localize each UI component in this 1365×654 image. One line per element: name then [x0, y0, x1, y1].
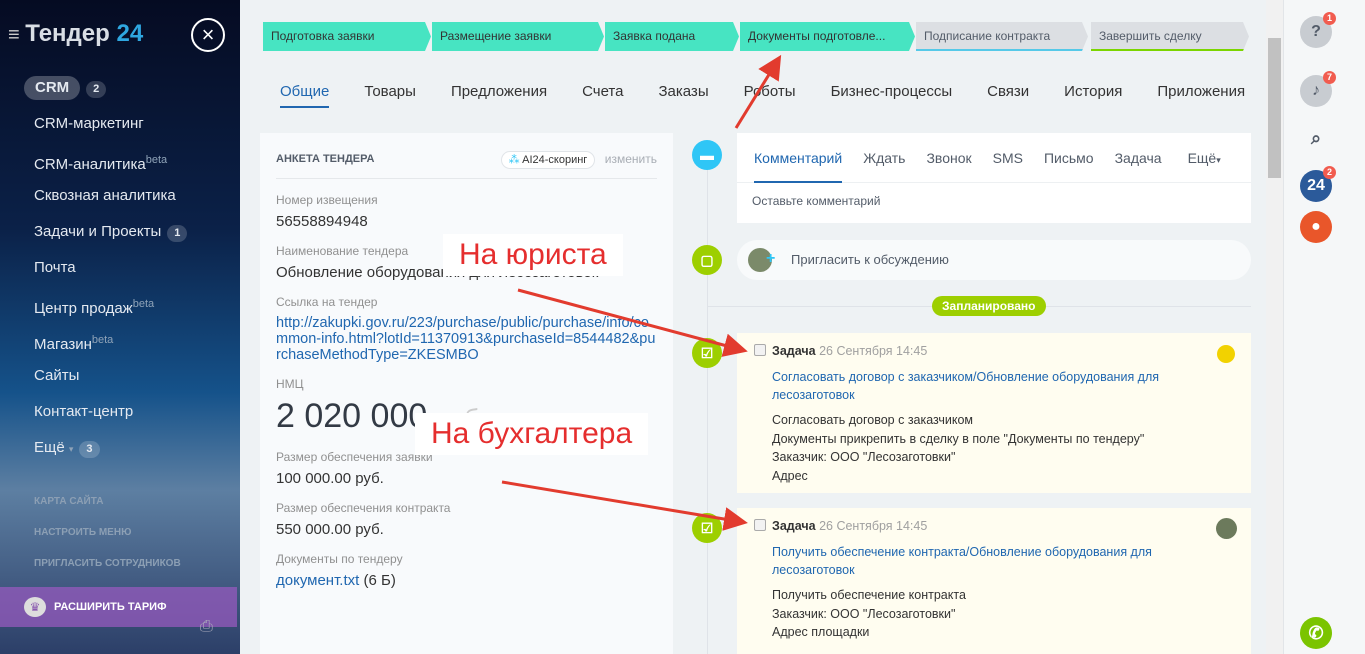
phone-icon[interactable]: ✆ — [1300, 617, 1332, 649]
badge: 7 — [1322, 71, 1336, 84]
annotation-arrows — [501, 54, 782, 531]
search-icon[interactable]: ⌕ — [1300, 122, 1332, 154]
help-icon[interactable]: ? 1 — [1300, 12, 1336, 48]
badge: 2 — [1322, 166, 1336, 179]
b24-label: 24 — [1307, 177, 1325, 194]
user-icon[interactable]: ● — [1300, 211, 1332, 243]
arrow — [734, 54, 782, 129]
badge: 1 — [1322, 12, 1336, 25]
b24-icon[interactable]: 24 2 — [1300, 166, 1336, 202]
scrollbar-thumb[interactable] — [1268, 38, 1281, 178]
bell-icon[interactable]: ♪ 7 — [1300, 71, 1336, 107]
arrow — [501, 480, 748, 531]
scrollbar[interactable] — [1266, 0, 1283, 654]
arrow — [517, 288, 748, 357]
